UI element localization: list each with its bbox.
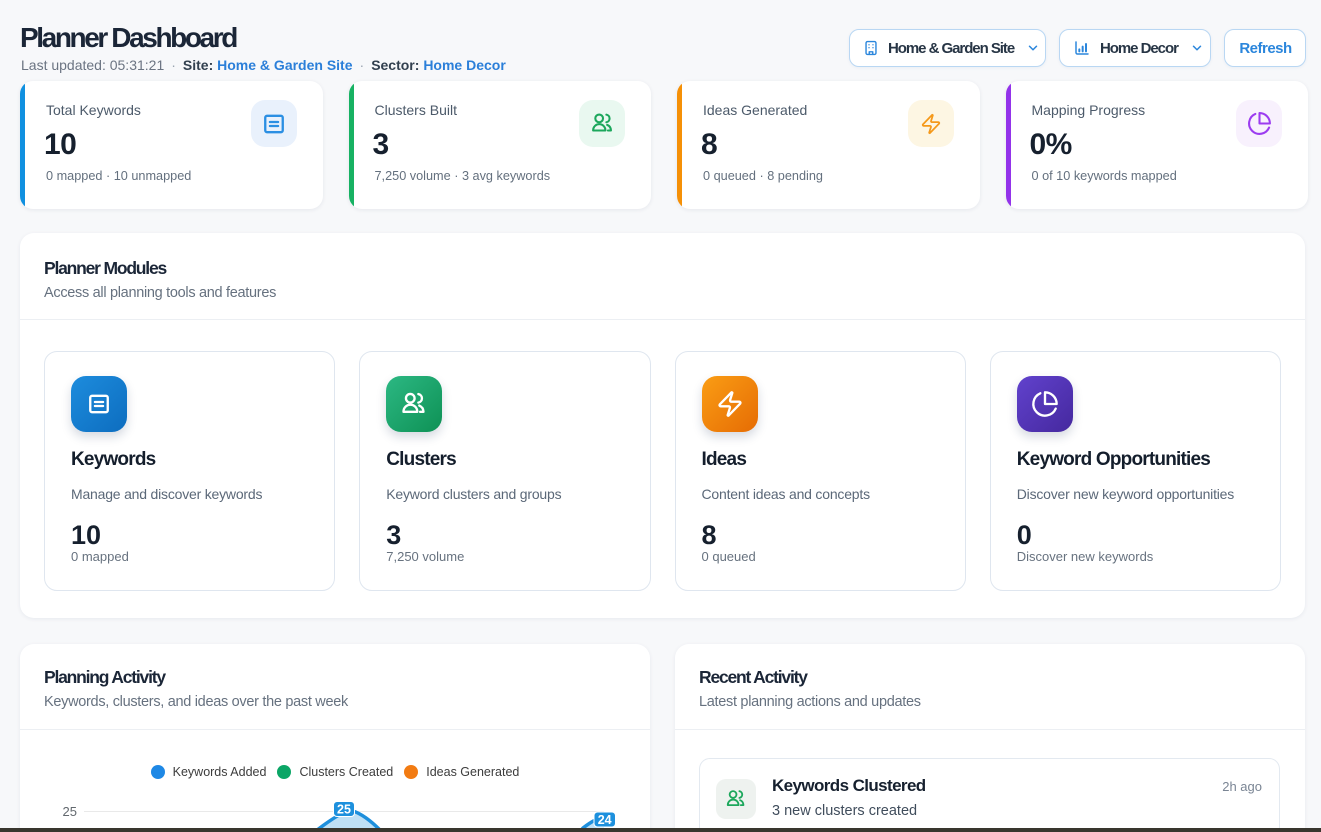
svg-text:25: 25 xyxy=(337,802,351,816)
svg-text:24: 24 xyxy=(598,813,612,827)
